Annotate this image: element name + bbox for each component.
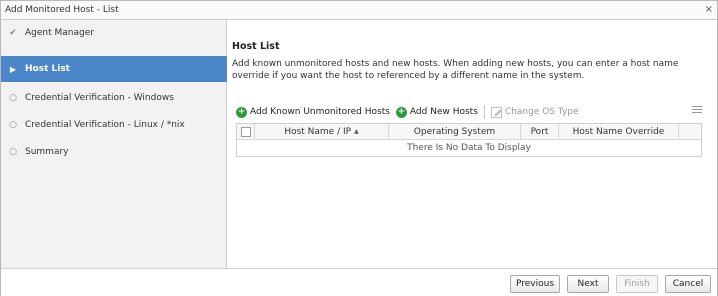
add-monitored-host-dialog: Add Monitored Host - List × ✔ Agent Mana… — [0, 0, 718, 296]
sidebar-item-label: Host List — [25, 64, 70, 74]
grid-toolbar: + Add Known Unmonitored Hosts + Add New … — [236, 102, 702, 122]
toolbar-divider — [483, 105, 485, 119]
page-description: Add known unmonitored hosts and new host… — [232, 59, 679, 81]
dialog-title: Add Monitored Host - List — [5, 5, 119, 15]
close-icon[interactable]: × — [705, 4, 713, 15]
arrow-right-icon: ▶ — [9, 64, 17, 74]
main-panel: Host List Add known unmonitored hosts an… — [228, 20, 717, 268]
edit-icon — [490, 106, 502, 118]
page-title: Host List — [232, 41, 280, 52]
sidebar-item-agent-manager[interactable]: ✔ Agent Manager — [1, 20, 227, 46]
column-header-host-name-override[interactable]: Host Name Override — [559, 124, 679, 139]
circle-icon: ○ — [9, 120, 17, 130]
sidebar-item-host-list[interactable]: ▶ Host List — [1, 56, 227, 82]
column-header-port[interactable]: Port — [521, 124, 559, 139]
select-all-checkbox[interactable] — [240, 126, 251, 137]
next-button[interactable]: Next — [567, 275, 609, 293]
circle-icon: ○ — [9, 93, 17, 103]
column-header-host-name[interactable]: Host Name / IP ▲ — [255, 124, 389, 139]
column-header-filler — [679, 124, 701, 139]
sidebar-item-label: Agent Manager — [25, 28, 94, 38]
add-icon: + — [395, 106, 407, 118]
sidebar-item-label: Summary — [25, 147, 69, 157]
circle-icon: ○ — [9, 147, 17, 157]
select-all-checkbox-cell — [237, 124, 255, 139]
add-known-hosts-button[interactable]: + Add Known Unmonitored Hosts — [236, 106, 390, 118]
title-bar: Add Monitored Host - List × — [1, 1, 717, 20]
cancel-button[interactable]: Cancel — [665, 275, 711, 293]
wizard-steps-sidebar: ✔ Agent Manager ▶ Host List ○ Credential… — [1, 20, 227, 268]
grid-empty-message: There Is No Data To Display — [407, 143, 531, 153]
sidebar-item-label: Credential Verification - Windows — [25, 93, 174, 103]
checkmark-icon: ✔ — [9, 28, 17, 38]
finish-button[interactable]: Finish — [616, 275, 658, 293]
dialog-footer: Previous Next Finish Cancel — [1, 268, 717, 296]
add-new-hosts-button[interactable]: + Add New Hosts — [395, 106, 478, 118]
change-os-type-label: Change OS Type — [504, 107, 579, 117]
sort-ascending-icon: ▲ — [354, 128, 359, 135]
sidebar-item-label: Credential Verification - Linux / *nix — [25, 120, 185, 130]
add-icon: + — [236, 106, 247, 118]
column-menu-icon[interactable] — [692, 106, 702, 116]
host-list-grid: Host Name / IP ▲ Operating System Port H… — [236, 123, 702, 157]
add-new-hosts-label: Add New Hosts — [409, 107, 478, 117]
sidebar-item-credential-linux[interactable]: ○ Credential Verification - Linux / *nix — [1, 112, 227, 138]
sidebar-item-summary[interactable]: ○ Summary — [1, 139, 227, 165]
column-header-operating-system[interactable]: Operating System — [389, 124, 521, 139]
sidebar-item-credential-windows[interactable]: ○ Credential Verification - Windows — [1, 85, 227, 111]
grid-header-row: Host Name / IP ▲ Operating System Port H… — [237, 124, 701, 140]
previous-button[interactable]: Previous — [510, 275, 560, 293]
add-known-hosts-label: Add Known Unmonitored Hosts — [250, 107, 390, 117]
change-os-type-button[interactable]: Change OS Type — [490, 106, 579, 118]
